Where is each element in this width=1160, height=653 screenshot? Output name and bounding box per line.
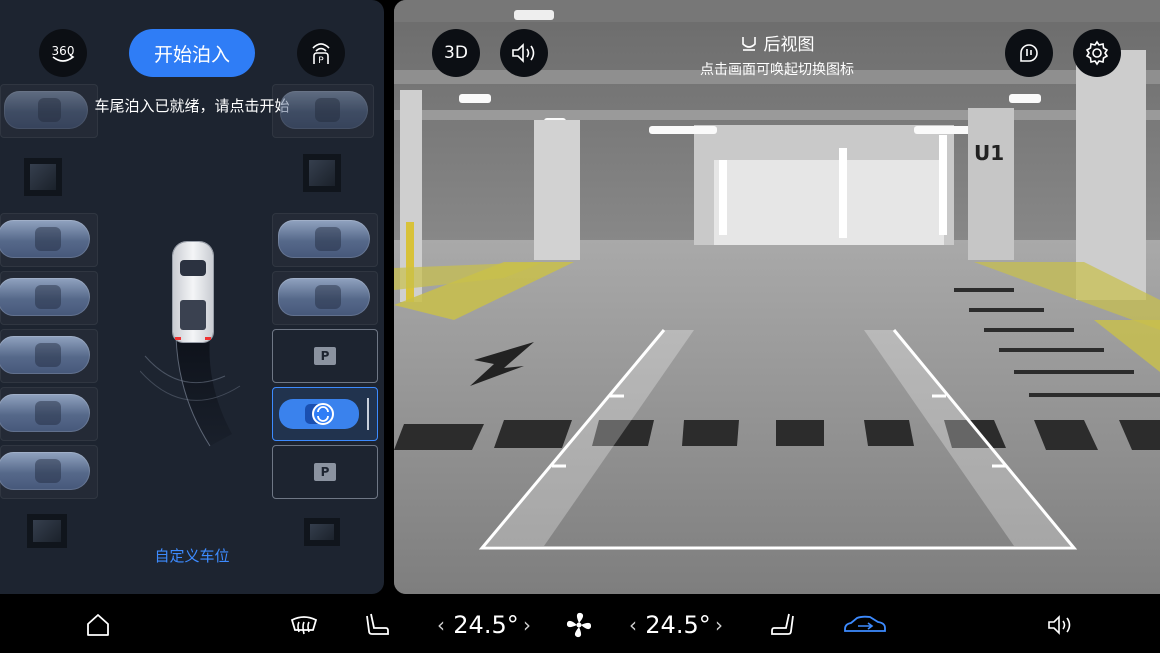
seat-heat-button[interactable] (362, 596, 394, 653)
camera-view-title-text: 后视图 (763, 35, 815, 55)
volume-button[interactable] (1044, 596, 1078, 653)
home-button[interactable] (80, 596, 116, 653)
left-temp-value: 24.5° (453, 610, 519, 639)
parked-car (278, 220, 370, 258)
parked-car (4, 91, 88, 129)
settings-icon (1085, 40, 1109, 66)
pillar (27, 514, 67, 548)
pillar (304, 518, 340, 546)
pillar (303, 154, 341, 192)
start-parking-label: 开始泊入 (153, 43, 230, 66)
selected-parking-slot[interactable] (272, 387, 378, 441)
seat-vent-icon (771, 613, 794, 635)
voice-assistant-button[interactable] (1005, 29, 1053, 77)
left-temp-up-button[interactable]: › (518, 596, 536, 653)
seat-vent-button[interactable] (766, 596, 798, 653)
right-temp-value: 24.5° (645, 610, 711, 639)
rear-camera-view[interactable]: U1 3D 后视图 点击画面可唤起切换图标 (394, 0, 1160, 594)
custom-slot-link[interactable]: 自定义车位 (0, 545, 384, 566)
camera-feed: U1 (394, 0, 1160, 594)
360-view-button[interactable]: 360 (39, 29, 87, 77)
fan-button[interactable] (562, 596, 596, 653)
parked-car (0, 394, 90, 432)
active-car-icon (279, 398, 369, 430)
parked-car (0, 278, 90, 316)
parked-car (0, 220, 90, 258)
pillar-sign: U1 (974, 141, 1004, 165)
parked-car (278, 278, 370, 316)
ego-car (173, 242, 213, 342)
home-icon (87, 613, 109, 636)
car-mode-button[interactable] (840, 596, 890, 653)
defrost-button[interactable] (286, 596, 322, 653)
parking-mark: P (314, 463, 336, 481)
parking-mark: P (314, 347, 336, 365)
parked-car (0, 452, 90, 490)
parked-car (280, 91, 368, 129)
car-mode-icon (844, 615, 886, 632)
parked-car (0, 336, 90, 374)
seat-heat-icon (366, 613, 389, 635)
available-parking-slot[interactable]: P (272, 445, 378, 499)
svg-text:P: P (318, 56, 324, 66)
fan-icon (566, 612, 592, 637)
voice-assistant-icon (1020, 44, 1038, 62)
parking-map-panel: 360 开始泊入 P 车尾泊入已就绪，请点击开始 P P 自定义车位 (0, 0, 384, 594)
auto-park-button[interactable]: P (297, 29, 345, 77)
360-view-icon: 360 (52, 44, 74, 62)
right-temp-down-button[interactable]: ‹ (624, 596, 642, 653)
right-temp-up-button[interactable]: › (710, 596, 728, 653)
volume-icon (1048, 614, 1071, 635)
left-temp-down-button[interactable]: ‹ (432, 596, 450, 653)
bottom-dock: ‹ 24.5° › ‹ 24.5° › (0, 596, 1160, 653)
defrost-icon (290, 615, 318, 634)
available-parking-slot[interactable]: P (272, 329, 378, 383)
auto-park-icon: P (312, 43, 330, 66)
start-parking-button[interactable]: 开始泊入 (129, 29, 255, 77)
pillar (24, 158, 62, 196)
settings-button[interactable] (1073, 29, 1121, 77)
rear-camera-icon (741, 37, 756, 51)
custom-slot-label: 自定义车位 (154, 547, 230, 565)
